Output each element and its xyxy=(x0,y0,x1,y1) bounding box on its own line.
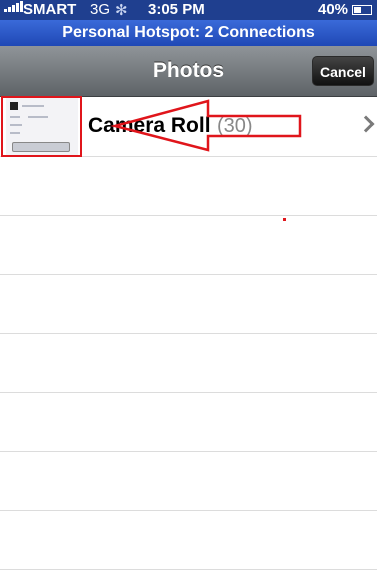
empty-list-row xyxy=(0,215,377,275)
status-bar: SMART 3G ✻ 3:05 PM 40% xyxy=(0,0,377,20)
empty-list-row xyxy=(0,333,377,393)
battery-icon xyxy=(352,5,372,15)
clock: 3:05 PM xyxy=(148,1,205,18)
signal-strength-icon xyxy=(4,1,23,12)
cancel-button[interactable]: Cancel xyxy=(312,56,374,86)
battery-percentage: 40% xyxy=(318,1,349,18)
annotation-arrow-icon xyxy=(110,99,302,152)
carrier-name: SMART xyxy=(23,1,77,18)
hotspot-banner[interactable]: Personal Hotspot: 2 Connections xyxy=(0,20,377,46)
activity-spinner-icon: ✻ xyxy=(115,2,128,19)
empty-list-row xyxy=(0,274,377,334)
navigation-bar: Photos Cancel xyxy=(0,46,377,97)
annotation-dot xyxy=(283,218,286,221)
empty-list-row xyxy=(0,392,377,452)
empty-list-row xyxy=(0,156,377,216)
empty-list-row xyxy=(0,451,377,511)
empty-list-row xyxy=(0,510,377,570)
network-type: 3G xyxy=(90,1,111,18)
